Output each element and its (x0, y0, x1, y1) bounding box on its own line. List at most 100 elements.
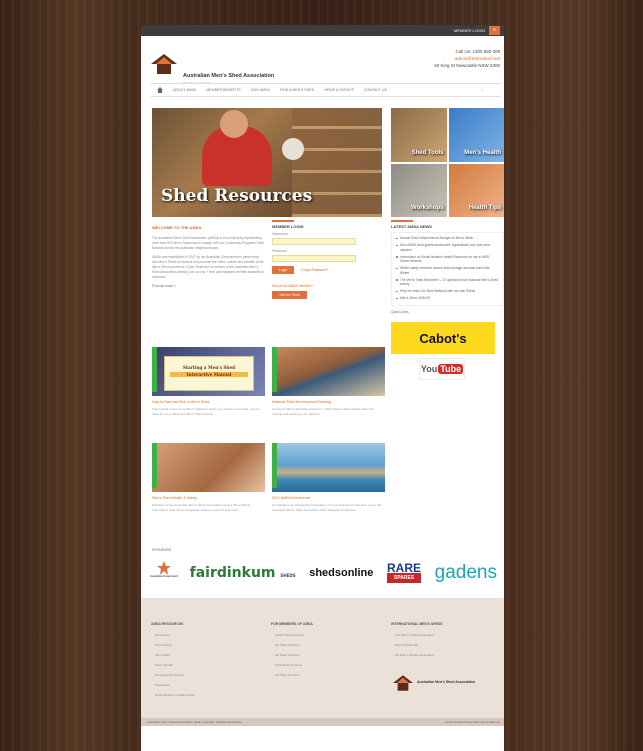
card-start-shed[interactable]: Starting a Men's Shed Interactive Manual… (152, 347, 265, 416)
footer-link[interactable]: National Men's Health Forum (151, 692, 256, 697)
find-out-more-link[interactable]: Find out more » (152, 284, 265, 288)
news-item[interactable]: The Men's Shed Movement – 10 questions f… (396, 278, 499, 287)
page: MEMBER LOGIN ⌕ Australian Men's Shed Ass… (141, 25, 504, 751)
tile-4[interactable]: Health Tips (448, 163, 504, 217)
feature-tiles: Shed Tools Men's Health Workshops Health… (391, 108, 504, 217)
login-button[interactable]: Login (272, 266, 295, 274)
card-image: Starting a Men's Shed Interactive Manual (152, 347, 265, 396)
forgot-password-link[interactable]: Forgot Password? (301, 268, 328, 272)
login-heading: MEMBER LOGIN (272, 224, 304, 229)
logo-title[interactable]: Australian Men's Shed Association (183, 73, 274, 79)
main-nav: ABOUT AMSA MEMBER BENEFITS JOIN AMSA FIN… (151, 83, 501, 97)
home-icon[interactable] (157, 87, 163, 93)
footer-link[interactable]: Find a Shed (151, 642, 256, 647)
shed-logo-icon[interactable] (151, 54, 177, 74)
card-title[interactable]: 2017 AMSA Conference (272, 496, 385, 500)
join-button[interactable]: Join the Shed (272, 291, 307, 299)
footer-link[interactable]: AA Shed Services (271, 652, 376, 657)
footer-logo[interactable]: Australian Men's Shed Association (393, 675, 503, 691)
card-conference[interactable]: 2017 AMSA Conference On behalf of our Or… (272, 443, 385, 512)
card-text: On behalf of our Organising Committee, i… (272, 503, 382, 512)
password-field[interactable] (272, 255, 356, 262)
news-item[interactable]: Annual Shed Independence Budget on Men's… (396, 236, 499, 241)
sponsors-heading: SPONSORS (152, 548, 172, 552)
contact-phone: Call Us: 1300 550 009 (455, 49, 500, 54)
nav-item-join[interactable]: JOIN AMSA (251, 88, 270, 92)
quick-links-heading: Quick Links (391, 310, 409, 314)
news-item[interactable]: Why we need Our Shed Network with our ow… (396, 289, 499, 294)
username-field[interactable] (272, 238, 356, 245)
shed-logo-icon (393, 675, 413, 691)
footer-heading: INTERNATIONAL MEN'S SHEDS (391, 622, 443, 626)
australian-government-logo[interactable]: Australian Government (150, 561, 178, 585)
footer-link[interactable]: Men's Health (151, 662, 256, 667)
bottom-links[interactable]: Home Privacy Policy Sitemap Contact Us (445, 718, 500, 726)
card-badge (152, 347, 157, 392)
card-text: As part of Men's Shed Development – Shed… (272, 407, 375, 416)
card-badge (152, 443, 157, 488)
welcome-heading: WELCOME TO THE AMSA (152, 225, 202, 230)
search-icon[interactable]: ⌕ (489, 26, 500, 35)
manual-cover: Starting a Men's Shed Interactive Manual (164, 356, 254, 391)
tile-3[interactable]: Workshops (391, 163, 447, 217)
youtube-logo-icon[interactable]: You Tube (419, 358, 465, 380)
footer-link[interactable]: Resources (151, 632, 256, 637)
news-item[interactable]: Information on Social Isolation Health R… (396, 255, 499, 264)
star-icon (157, 561, 171, 575)
latest-news-list: Annual Shed Independence Budget on Men's… (391, 232, 504, 306)
sponsors-row: Australian Government fairdinkum SHEDS s… (150, 555, 497, 591)
card-text: Members of the Australian Men's Shed Ass… (152, 503, 251, 512)
nav-item-news[interactable]: NEWS & EVENTS (324, 88, 354, 92)
card-funding[interactable]: National Shed Development Funding As par… (272, 347, 385, 416)
footer-link[interactable]: UK Men's Sheds Association (391, 652, 496, 657)
welcome-section: WELCOME TO THE AMSA The Australian Men's… (152, 225, 265, 288)
hero-head (220, 110, 248, 138)
welcome-paragraph-1: The Australian Men's Shed Association (A… (152, 236, 265, 250)
news-item[interactable]: Men's Shed, AGM 09 (396, 296, 499, 301)
footer-link[interactable]: Development Grants (151, 672, 256, 677)
contact-block: Call Us: 1300 550 009 admin@mensshed.net… (434, 48, 500, 69)
gadens-logo[interactable]: gadens (435, 562, 497, 584)
footer-link[interactable]: Join AMSA (151, 652, 256, 657)
nav-search-icon[interactable]: ⌕ (481, 88, 483, 92)
footer-link[interactable]: AMSA Shed Services (271, 632, 376, 637)
tile-1[interactable]: Shed Tools (391, 108, 447, 162)
footer: AMSA RESOURCES Resources Find a Shed Joi… (141, 598, 504, 726)
footer-link[interactable]: Irish Men's Shed Association (391, 632, 496, 637)
card-image (272, 347, 385, 396)
news-item[interactable]: Winter safety reminder around shed stora… (396, 266, 499, 275)
tile-2[interactable]: Men's Health (448, 108, 504, 162)
footer-col-resources: AMSA RESOURCES Resources Find a Shed Joi… (151, 622, 256, 703)
card-badge (272, 347, 277, 392)
card-image (272, 443, 385, 492)
shedsonline-logo[interactable]: shedsonline (309, 567, 373, 579)
nav-item-about[interactable]: ABOUT AMSA (173, 88, 196, 92)
nav-item-contact[interactable]: CONTACT US (364, 88, 387, 92)
card-health-safety[interactable]: Men's Shed Health & Safety Members of th… (152, 443, 265, 512)
username-label: Username (272, 232, 288, 236)
fairdinkum-logo[interactable]: fairdinkum SHEDS (190, 565, 296, 581)
hero-slider[interactable]: Shed Resources (152, 108, 382, 217)
rare-spares-logo[interactable]: RARE SPARES (387, 562, 422, 583)
contact-email[interactable]: admin@mensshed.net (434, 55, 500, 62)
footer-logo-text: Australian Men's Shed Association (417, 680, 476, 684)
card-text: The popular resource for Men's Sheds to … (152, 407, 261, 416)
copyright-text: Australian Men's Shed Association 2014 C… (147, 720, 243, 724)
cabots-banner[interactable]: Cabot's (391, 322, 495, 354)
footer-link[interactable]: AAS Shed Services (271, 662, 376, 667)
footer-col-international: INTERNATIONAL MEN'S SHEDS Irish Men's Sh… (391, 622, 496, 663)
footer-link[interactable]: Newsletter (151, 682, 256, 687)
card-title[interactable]: National Shed Development Funding (272, 400, 385, 404)
divider (391, 220, 413, 222)
card-badge (272, 443, 277, 488)
nav-item-find-shed[interactable]: FIND A MEN'S SHED (280, 88, 314, 92)
footer-link[interactable]: AA Shed Services (271, 672, 376, 677)
welcome-paragraph-2: AMSA was established in 2007 by the Aust… (152, 255, 264, 279)
card-title[interactable]: How to Start and Run a Men's Shed (152, 400, 265, 404)
news-item[interactable]: New AMSA shed grants announced: applicat… (396, 243, 499, 252)
footer-link[interactable]: Men's Sheds NZ (391, 642, 496, 647)
footer-link[interactable]: AA Shed Services (271, 642, 376, 647)
member-login-link[interactable]: MEMBER LOGIN (454, 28, 485, 33)
card-title[interactable]: Men's Shed Health & Safety (152, 496, 265, 500)
nav-item-benefits[interactable]: MEMBER BENEFITS (206, 88, 240, 92)
